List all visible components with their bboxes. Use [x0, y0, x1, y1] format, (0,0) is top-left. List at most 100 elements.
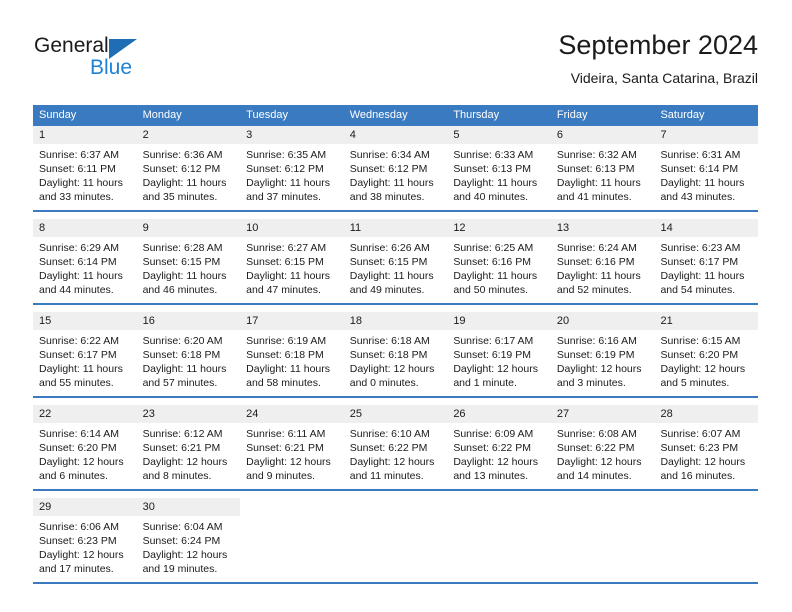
sunrise-text: Sunrise: 6:11 AM [246, 428, 326, 440]
day-cell[interactable]: 5 Sunrise: 6:33 AM Sunset: 6:13 PM Daylight… [447, 126, 551, 210]
day-cell-empty [550, 498, 655, 582]
daylight-text: Daylight: 12 hours and 3 minutes. [556, 363, 642, 389]
sunrise-text: Sunrise: 6:19 AM [246, 335, 327, 347]
day-cell[interactable]: 15 Sunrise: 6:22 AM Sunset: 6:17 PM Dayligh… [33, 312, 137, 396]
day-cell[interactable]: 17 Sunrise: 6:19 AM Sunset: 6:18 PM Dayligh… [240, 312, 344, 396]
sunrise-text: Sunrise: 6:37 AM [39, 149, 119, 161]
sunrise-text: Sunrise: 6:36 AM [142, 149, 223, 161]
day-info [447, 516, 551, 526]
daylight-text: Daylight: 12 hours and 5 minutes. [660, 363, 746, 389]
day-cell[interactable]: 10 Sunrise: 6:27 AM Sunset: 6:15 PM Dayligh… [240, 219, 344, 303]
daylight-text: Daylight: 11 hours and 40 minutes. [453, 177, 538, 203]
day-cell[interactable]: 2 Sunrise: 6:36 AM Sunset: 6:12 PM Daylight… [136, 126, 241, 210]
day-info: Sunrise: 6:37 AM Sunset: 6:11 PM Daylight:… [33, 144, 137, 210]
day-cell[interactable]: 12 Sunrise: 6:25 AM Sunset: 6:16 PM Dayligh… [447, 219, 551, 303]
day-cell[interactable]: 11 Sunrise: 6:26 AM Sunset: 6:15 PM Dayligh… [343, 219, 448, 303]
weekday-header-sunday: Sunday [39, 109, 77, 121]
day-cell[interactable]: 16 Sunrise: 6:20 AM Sunset: 6:18 PM Dayligh… [136, 312, 241, 396]
daylight-text: Daylight: 11 hours and 49 minutes. [349, 270, 434, 296]
day-info [240, 516, 344, 526]
day-cell[interactable]: 25 Sunrise: 6:10 AM Sunset: 6:22 PM Dayligh… [343, 405, 448, 489]
day-cell[interactable]: 4 Sunrise: 6:34 AM Sunset: 6:12 PM Daylight… [343, 126, 448, 210]
day-cell[interactable]: 23 Sunrise: 6:12 AM Sunset: 6:21 PM Dayligh… [136, 405, 241, 489]
daylight-text: Daylight: 12 hours and 8 minutes. [142, 456, 228, 482]
day-info: Sunrise: 6:28 AM Sunset: 6:15 PM Daylight:… [137, 237, 241, 303]
day-number: 28 [654, 405, 759, 423]
day-cell[interactable]: 1 Sunrise: 6:37 AM Sunset: 6:11 PM Daylight… [33, 126, 137, 210]
day-number: 10 [240, 219, 344, 237]
day-cell[interactable]: 6 Sunrise: 6:32 AM Sunset: 6:13 PM Daylight… [550, 126, 655, 210]
day-number: 15 [33, 312, 137, 330]
day-number: 16 [136, 312, 241, 330]
day-cell[interactable]: 3 Sunrise: 6:35 AM Sunset: 6:12 PM Daylight… [240, 126, 344, 210]
daylight-text: Daylight: 11 hours and 35 minutes. [142, 177, 227, 203]
sunset-text: Sunset: 6:18 PM [142, 349, 221, 361]
day-info: Sunrise: 6:20 AM Sunset: 6:18 PM Daylight:… [137, 330, 241, 396]
day-number: 11 [343, 219, 448, 237]
day-cell[interactable]: 29 Sunrise: 6:06 AM Sunset: 6:23 PM Dayligh… [33, 498, 137, 582]
sunrise-text: Sunrise: 6:31 AM [660, 149, 741, 161]
sunrise-text: Sunrise: 6:26 AM [349, 242, 430, 254]
day-cell[interactable]: 20 Sunrise: 6:16 AM Sunset: 6:19 PM Dayligh… [550, 312, 655, 396]
sunset-text: Sunset: 6:17 PM [660, 256, 739, 268]
weekday-header-row: Sunday Monday Tuesday Wednesday Thursday Frid… [33, 105, 758, 126]
day-cell[interactable]: 9 Sunrise: 6:28 AM Sunset: 6:15 PM Daylight… [136, 219, 241, 303]
sunset-text: Sunset: 6:13 PM [453, 163, 531, 175]
day-number [343, 498, 448, 516]
day-cell[interactable]: 30 Sunrise: 6:04 AM Sunset: 6:24 PM Dayligh… [136, 498, 241, 582]
day-cell[interactable]: 21 Sunrise: 6:15 AM Sunset: 6:20 PM Dayligh… [654, 312, 759, 396]
day-cell[interactable]: 18 Sunrise: 6:18 AM Sunset: 6:18 PM Dayligh… [343, 312, 448, 396]
sunrise-text: Sunrise: 6:16 AM [556, 335, 637, 347]
daylight-text: Daylight: 11 hours and 58 minutes. [246, 363, 331, 389]
sunrise-text: Sunrise: 6:35 AM [246, 149, 327, 161]
day-cell[interactable]: 7 Sunrise: 6:31 AM Sunset: 6:14 PM Daylight… [654, 126, 759, 210]
day-cell[interactable]: 26 Sunrise: 6:09 AM Sunset: 6:22 PM Dayligh… [447, 405, 551, 489]
sunrise-text: Sunrise: 6:24 AM [556, 242, 637, 254]
daylight-text: Daylight: 11 hours and 33 minutes. [39, 177, 123, 203]
calendar-week-row: 1 Sunrise: 6:37 AM Sunset: 6:11 PM Daylight… [33, 126, 759, 212]
day-cell[interactable]: 13 Sunrise: 6:24 AM Sunset: 6:16 PM Dayligh… [550, 219, 655, 303]
day-info: Sunrise: 6:17 AM Sunset: 6:19 PM Daylight:… [447, 330, 551, 396]
day-cell[interactable]: 14 Sunrise: 6:23 AM Sunset: 6:17 PM Dayligh… [654, 219, 759, 303]
daylight-text: Daylight: 11 hours and 43 minutes. [660, 177, 745, 203]
daylight-text: Daylight: 11 hours and 41 minutes. [556, 177, 641, 203]
page-subtitle: Videira, Santa Catarina, Brazil [570, 70, 758, 86]
day-info [551, 516, 655, 526]
day-info: Sunrise: 6:24 AM Sunset: 6:16 PM Daylight:… [551, 237, 655, 303]
day-info: Sunrise: 6:09 AM Sunset: 6:22 PM Daylight:… [447, 423, 551, 489]
day-cell[interactable]: 8 Sunrise: 6:29 AM Sunset: 6:14 PM Daylight… [33, 219, 137, 303]
sunrise-text: Sunrise: 6:29 AM [39, 242, 119, 254]
day-info: Sunrise: 6:35 AM Sunset: 6:12 PM Daylight:… [240, 144, 344, 210]
day-number: 21 [654, 312, 759, 330]
sunset-text: Sunset: 6:22 PM [453, 442, 531, 454]
day-info: Sunrise: 6:12 AM Sunset: 6:21 PM Daylight:… [137, 423, 241, 489]
sunrise-text: Sunrise: 6:14 AM [39, 428, 119, 440]
day-cell-empty [447, 498, 551, 582]
sunrise-text: Sunrise: 6:06 AM [39, 521, 119, 533]
day-cell[interactable]: 28 Sunrise: 6:07 AM Sunset: 6:23 PM Dayligh… [654, 405, 759, 489]
day-number: 25 [343, 405, 448, 423]
day-number: 30 [136, 498, 241, 516]
sunrise-text: Sunrise: 6:09 AM [453, 428, 534, 440]
day-info: Sunrise: 6:29 AM Sunset: 6:14 PM Daylight:… [33, 237, 137, 303]
calendar-week-row: 22 Sunrise: 6:14 AM Sunset: 6:20 PM Dayligh… [33, 405, 759, 491]
day-number: 5 [447, 126, 551, 144]
day-cell[interactable]: 19 Sunrise: 6:17 AM Sunset: 6:19 PM Dayligh… [447, 312, 551, 396]
sunrise-text: Sunrise: 6:20 AM [142, 335, 223, 347]
day-number: 9 [136, 219, 241, 237]
day-cell-empty [343, 498, 448, 582]
day-info: Sunrise: 6:06 AM Sunset: 6:23 PM Daylight:… [33, 516, 137, 582]
sunset-text: Sunset: 6:21 PM [246, 442, 324, 454]
title-block: September 2024 Videira, Santa Catarina, … [558, 28, 758, 88]
day-number: 29 [33, 498, 137, 516]
day-info: Sunrise: 6:36 AM Sunset: 6:12 PM Daylight:… [137, 144, 241, 210]
day-info: Sunrise: 6:14 AM Sunset: 6:20 PM Daylight:… [33, 423, 137, 489]
general-blue-logo[interactable]: General Blue [33, 34, 233, 86]
day-cell[interactable]: 24 Sunrise: 6:11 AM Sunset: 6:21 PM Dayligh… [240, 405, 344, 489]
sunrise-text: Sunrise: 6:23 AM [660, 242, 741, 254]
calendar-weeks: 1 Sunrise: 6:37 AM Sunset: 6:11 PM Daylight… [33, 126, 759, 584]
sunset-text: Sunset: 6:12 PM [349, 163, 428, 175]
day-cell[interactable]: 27 Sunrise: 6:08 AM Sunset: 6:22 PM Dayligh… [550, 405, 655, 489]
day-number: 19 [447, 312, 551, 330]
day-cell[interactable]: 22 Sunrise: 6:14 AM Sunset: 6:20 PM Dayligh… [33, 405, 137, 489]
